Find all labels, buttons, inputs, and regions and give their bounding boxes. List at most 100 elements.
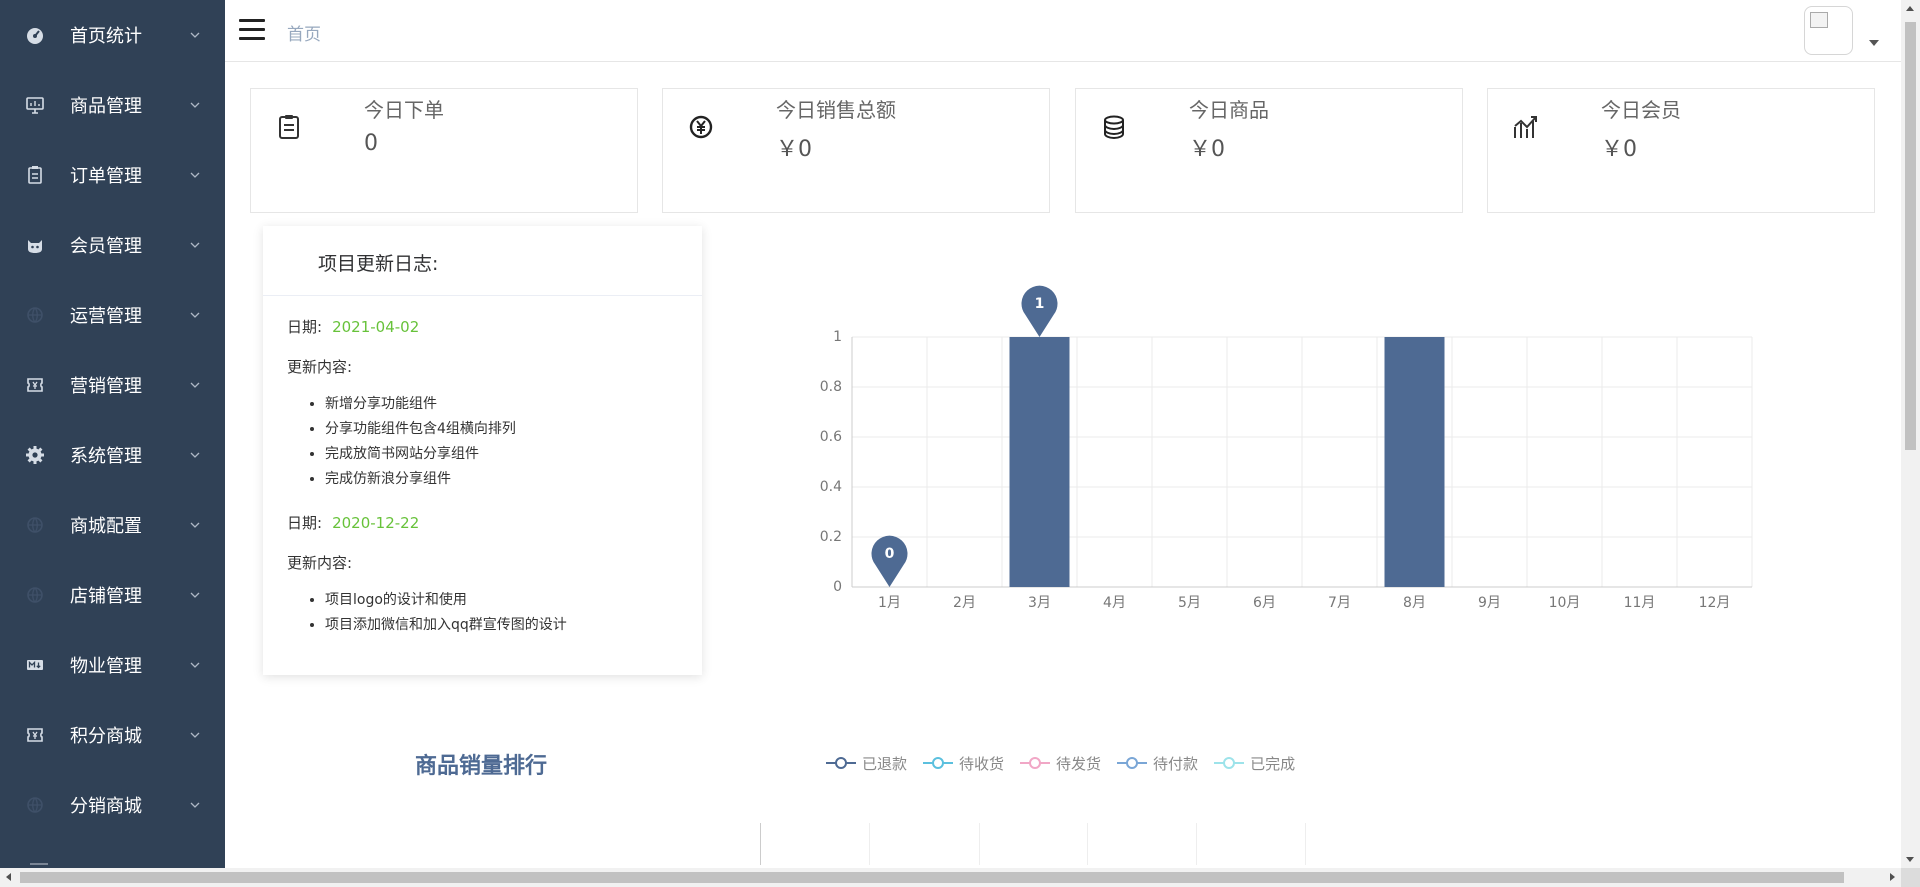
x-tick-label: 8月 bbox=[1403, 595, 1426, 611]
y-tick-label: 0 bbox=[833, 579, 842, 595]
chevron-down-icon bbox=[190, 732, 200, 738]
x-tick-label: 11月 bbox=[1624, 595, 1656, 611]
sidebar-item[interactable]: 店铺管理 bbox=[0, 560, 225, 630]
x-tick-label: 4月 bbox=[1103, 595, 1126, 611]
scroll-right-arrow-icon[interactable] bbox=[1890, 873, 1895, 881]
stat-title: 今日下单 bbox=[364, 98, 444, 122]
scroll-left-arrow-icon[interactable] bbox=[6, 873, 11, 881]
clipboard-icon bbox=[279, 115, 299, 139]
coins-icon bbox=[1104, 115, 1124, 140]
avatar[interactable] bbox=[1804, 6, 1853, 55]
horizontal-scrollbar[interactable] bbox=[0, 868, 1901, 887]
stat-value: ￥0 bbox=[1601, 137, 1637, 162]
x-tick-label: 3月 bbox=[1028, 595, 1051, 611]
caret-down-icon[interactable] bbox=[1869, 40, 1879, 46]
sidebar-item-label: 运营管理 bbox=[70, 306, 142, 327]
stat-title: 今日销售总额 bbox=[776, 98, 896, 122]
y-tick-label: 0.8 bbox=[820, 379, 842, 395]
stat-card-products: 今日商品 ￥0 bbox=[1075, 88, 1463, 213]
dashboard-icon bbox=[24, 24, 46, 46]
sidebar-item[interactable]: 商城配置 bbox=[0, 490, 225, 560]
log-item-list: 项目logo的设计和使用 项目添加微信和加入qq群宣传图的设计 bbox=[287, 588, 678, 638]
log-date-label: 日期: bbox=[287, 514, 323, 532]
chevron-down-icon bbox=[190, 382, 200, 388]
sidebar-item[interactable]: 运营管理 bbox=[0, 280, 225, 350]
update-log-body[interactable]: 日期: 2021-04-02 更新内容: 新增分享功能组件 分享功能组件包含4组横… bbox=[263, 314, 702, 638]
stat-card-sales: 今日销售总额 ￥0 bbox=[662, 88, 1050, 213]
sidebar-item[interactable]: 商品管理 bbox=[0, 70, 225, 140]
stat-card-members: 今日会员 ￥0 bbox=[1487, 88, 1875, 213]
scroll-up-arrow-icon[interactable] bbox=[1906, 6, 1914, 11]
legend-item[interactable]: 已退款 bbox=[826, 753, 907, 774]
x-tick-label: 2月 bbox=[953, 595, 976, 611]
sidebar: 首页统计商品管理订单管理 会员管理运营管理营销管理 系统管理 商城配置 店铺管理物业管理… bbox=[0, 0, 225, 887]
legend-item[interactable]: 已完成 bbox=[1214, 753, 1295, 774]
sidebar-item[interactable]: 会员管理 bbox=[0, 210, 225, 280]
bar[interactable] bbox=[1384, 337, 1445, 587]
legend-label: 待发货 bbox=[1056, 754, 1102, 773]
x-tick-label: 10月 bbox=[1549, 595, 1581, 611]
y-tick-label: 1 bbox=[833, 329, 842, 345]
log-date-value: 2021-04-02 bbox=[332, 318, 420, 336]
log-date-value: 2020-12-22 bbox=[332, 514, 420, 532]
sidebar-item-partial bbox=[30, 863, 48, 865]
hamburger-menu-icon[interactable] bbox=[239, 19, 265, 41]
globe-icon bbox=[24, 584, 46, 606]
legend-line-circle-icon bbox=[1117, 757, 1148, 769]
legend-label: 待收货 bbox=[959, 754, 1005, 773]
x-tick-label: 1月 bbox=[878, 595, 901, 611]
sidebar-item-label: 首页统计 bbox=[70, 26, 142, 47]
yen-icon bbox=[689, 115, 713, 139]
x-tick-label: 9月 bbox=[1478, 595, 1501, 611]
log-item: 项目添加微信和加入qq群宣传图的设计 bbox=[325, 613, 678, 638]
gear-icon bbox=[24, 444, 46, 466]
y-tick-label: 0.6 bbox=[820, 429, 842, 445]
scrollbar-thumb[interactable] bbox=[20, 872, 1844, 883]
x-tick-label: 7月 bbox=[1328, 595, 1351, 611]
sidebar-item[interactable]: 物业管理 bbox=[0, 630, 225, 700]
globe-icon bbox=[24, 304, 46, 326]
bar[interactable] bbox=[1009, 337, 1070, 587]
sidebar-item-label: 物业管理 bbox=[70, 656, 142, 677]
chevron-down-icon bbox=[190, 312, 200, 318]
chevron-down-icon bbox=[190, 802, 200, 808]
sales-rank-chart bbox=[760, 823, 1306, 865]
sidebar-item[interactable]: 系统管理 bbox=[0, 420, 225, 490]
scroll-down-arrow-icon[interactable] bbox=[1906, 857, 1914, 862]
sidebar-item[interactable]: 积分商城 bbox=[0, 700, 225, 770]
log-item: 完成仿新浪分享组件 bbox=[325, 467, 678, 492]
chevron-down-icon bbox=[190, 522, 200, 528]
legend-item[interactable]: 待收货 bbox=[923, 753, 1004, 774]
sidebar-item[interactable]: 订单管理 bbox=[0, 140, 225, 210]
top-navbar: 首页 bbox=[225, 0, 1901, 62]
scrollbar-thumb[interactable] bbox=[1905, 22, 1916, 450]
clipboard-icon bbox=[24, 164, 46, 186]
legend-line-circle-icon bbox=[923, 757, 954, 769]
legend-label: 已退款 bbox=[862, 754, 908, 773]
globe-icon bbox=[24, 794, 46, 816]
chevron-down-icon bbox=[190, 32, 200, 38]
chevron-down-icon bbox=[190, 242, 200, 248]
ticket-icon bbox=[24, 724, 46, 746]
sidebar-item[interactable]: 分销商城 bbox=[0, 770, 225, 840]
chevron-down-icon bbox=[190, 592, 200, 598]
sidebar-item-label: 商品管理 bbox=[70, 96, 142, 117]
sidebar-item[interactable]: 营销管理 bbox=[0, 350, 225, 420]
chevron-down-icon bbox=[190, 452, 200, 458]
sidebar-item-label: 分销商城 bbox=[70, 796, 142, 817]
x-tick-label: 12月 bbox=[1699, 595, 1731, 611]
legend-item[interactable]: 待付款 bbox=[1117, 753, 1198, 774]
log-item: 项目logo的设计和使用 bbox=[325, 588, 678, 613]
update-log-card: 项目更新日志: 日期: 2021-04-02 更新内容: 新增分享功能组件 分享功… bbox=[263, 226, 702, 675]
chevron-down-icon bbox=[190, 102, 200, 108]
update-log-title: 项目更新日志: bbox=[263, 226, 702, 296]
monitor-icon bbox=[24, 94, 46, 116]
scrollbar-corner bbox=[1901, 868, 1920, 887]
monthly-bar-chart[interactable]: 00.20.40.60.811月 2月 3月 4月 5月 6月 7月 8月 9月 10月 11月 12… bbox=[780, 270, 1780, 630]
breadcrumb[interactable]: 首页 bbox=[287, 20, 321, 45]
sidebar-item[interactable]: 首页统计 bbox=[0, 0, 225, 70]
log-date-row: 日期: 2021-04-02 bbox=[287, 314, 678, 340]
globe-icon bbox=[24, 514, 46, 536]
vertical-scrollbar[interactable] bbox=[1901, 0, 1920, 868]
legend-item[interactable]: 待发货 bbox=[1020, 753, 1101, 774]
